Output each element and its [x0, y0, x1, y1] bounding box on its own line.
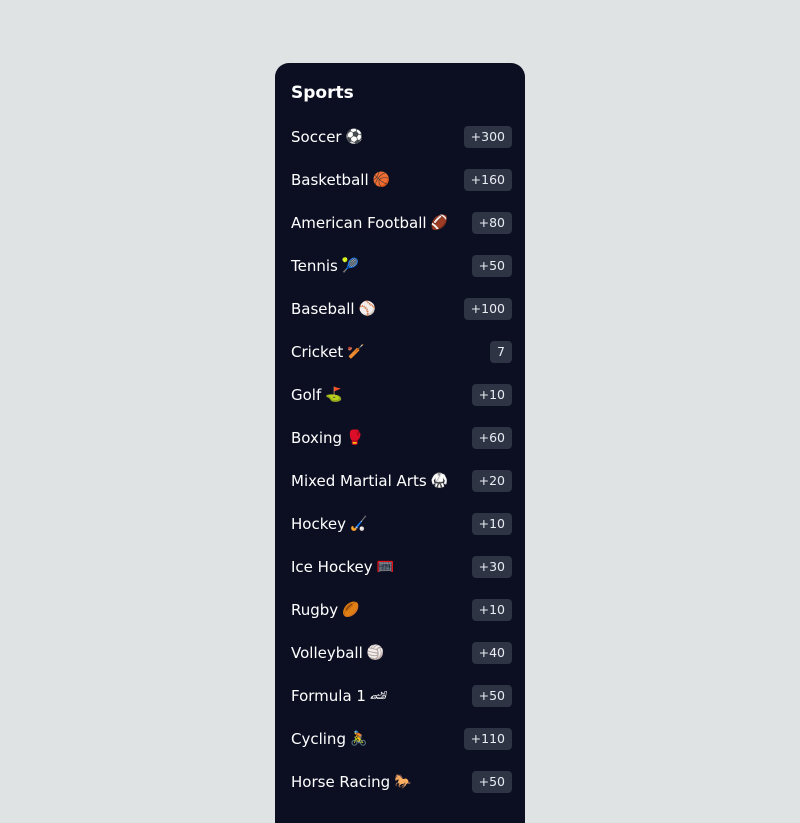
- boxing-glove-icon: 🥊: [346, 429, 364, 446]
- sidebar-item-label: Formula 1: [291, 686, 366, 705]
- count-badge: +100: [463, 297, 512, 320]
- tennis-ball-icon: 🎾: [341, 257, 360, 274]
- sidebar-item-text: Cycling 🚴: [291, 730, 367, 748]
- sidebar-item-text: Horse Racing 🐎: [291, 773, 412, 791]
- sidebar-item-cricket[interactable]: Cricket 🏏 7: [275, 330, 525, 373]
- count-badge: +50: [471, 770, 512, 793]
- sidebar-item-tennis[interactable]: Tennis 🎾 +50: [275, 244, 525, 287]
- sidebar-item-cycling[interactable]: Cycling 🚴 +110: [275, 717, 525, 760]
- sidebar-item-label: Horse Racing: [291, 772, 391, 791]
- count-badge: +160: [463, 168, 512, 191]
- sidebar-item-baseball[interactable]: Baseball ⚾ +100: [275, 287, 525, 330]
- sidebar-item-label: Ice Hockey: [291, 557, 373, 576]
- baseball-icon: ⚾: [358, 300, 377, 317]
- count-badge: +40: [471, 641, 512, 664]
- golf-flag-icon: ⛳: [325, 386, 343, 403]
- basketball-icon: 🏀: [372, 171, 391, 188]
- sidebar-item-text: Mixed Martial Arts 🥋: [291, 472, 448, 490]
- sidebar-item-golf[interactable]: Golf ⛳ +10: [275, 373, 525, 416]
- count-badge: +60: [471, 426, 512, 449]
- race-car-icon: 🏎: [369, 687, 388, 704]
- sidebar-item-formula-1[interactable]: Formula 1 🏎 +50: [275, 674, 525, 717]
- sidebar-item-label: Basketball: [291, 170, 369, 189]
- sidebar-item-text: Formula 1 🏎: [291, 687, 388, 705]
- cyclist-icon: 🚴: [349, 730, 368, 747]
- count-badge: +110: [463, 727, 512, 750]
- sidebar-item-label: Cycling: [291, 729, 346, 748]
- sidebar-item-rugby[interactable]: Rugby 🏉 +10: [275, 588, 525, 631]
- volleyball-icon: 🏐: [366, 644, 385, 661]
- sidebar-item-label: Soccer: [291, 127, 342, 146]
- sports-list: Soccer ⚽ +300 Basketball 🏀 +160 American Footb…: [275, 115, 525, 803]
- sidebar-item-text: Baseball ⚾: [291, 300, 376, 318]
- sidebar-item-label: Tennis: [291, 256, 338, 275]
- sidebar-item-text: American Football 🏈: [291, 214, 448, 232]
- sidebar-item-text: Tennis 🎾: [291, 257, 359, 275]
- sidebar-item-text: Volleyball 🏐: [291, 644, 384, 662]
- sidebar-item-soccer[interactable]: Soccer ⚽ +300: [275, 115, 525, 158]
- sidebar-item-text: Ice Hockey 🥅: [291, 558, 394, 576]
- count-badge: +20: [471, 469, 512, 492]
- sidebar-item-label: American Football: [291, 213, 427, 232]
- sidebar-item-label: Golf: [291, 385, 322, 404]
- count-badge: +50: [471, 684, 512, 707]
- count-badge: +10: [471, 512, 512, 535]
- sidebar-item-label: Hockey: [291, 514, 346, 533]
- rugby-ball-icon: 🏉: [342, 601, 360, 618]
- sidebar-item-label: Rugby: [291, 600, 339, 619]
- sidebar-item-text: Hockey 🏑: [291, 515, 367, 533]
- sidebar-item-text: Rugby 🏉: [291, 601, 360, 619]
- count-badge: +30: [471, 555, 512, 578]
- sidebar-item-label: Volleyball: [291, 643, 363, 662]
- count-badge: +80: [471, 211, 512, 234]
- sidebar-item-label: Cricket: [291, 342, 344, 361]
- count-badge: +300: [463, 125, 512, 148]
- count-badge: +10: [471, 383, 512, 406]
- hockey-stick-icon: 🏑: [349, 515, 368, 532]
- sidebar-item-text: Cricket 🏏: [291, 343, 365, 361]
- sidebar-item-text: Basketball 🏀: [291, 171, 390, 189]
- sidebar-item-boxing[interactable]: Boxing 🥊 +60: [275, 416, 525, 459]
- martial-arts-icon: 🥋: [430, 472, 449, 489]
- count-badge: +10: [471, 598, 512, 621]
- sidebar-item-volleyball[interactable]: Volleyball 🏐 +40: [275, 631, 525, 674]
- sidebar-item-hockey[interactable]: Hockey 🏑 +10: [275, 502, 525, 545]
- sidebar-item-basketball[interactable]: Basketball 🏀 +160: [275, 158, 525, 201]
- soccer-ball-icon: ⚽: [345, 128, 364, 145]
- cricket-bat-icon: 🏏: [347, 343, 365, 360]
- sports-sidebar: Sports Soccer ⚽ +300 Basketball 🏀 +160 America…: [275, 63, 525, 823]
- sidebar-item-label: Baseball: [291, 299, 355, 318]
- goal-net-icon: 🥅: [376, 558, 395, 575]
- sidebar-item-horse-racing[interactable]: Horse Racing 🐎 +50: [275, 760, 525, 803]
- sidebar-item-text: Golf ⛳: [291, 386, 343, 404]
- sidebar-item-text: Soccer ⚽: [291, 128, 363, 146]
- american-football-icon: 🏈: [430, 214, 448, 231]
- sidebar-title: Sports: [291, 83, 354, 103]
- sidebar-item-american-football[interactable]: American Football 🏈 +80: [275, 201, 525, 244]
- sidebar-item-label: Boxing: [291, 428, 343, 447]
- sidebar-item-text: Boxing 🥊: [291, 429, 364, 447]
- sidebar-item-label: Mixed Martial Arts: [291, 471, 427, 490]
- sidebar-item-mixed-martial-arts[interactable]: Mixed Martial Arts 🥋 +20: [275, 459, 525, 502]
- count-badge: 7: [490, 340, 512, 363]
- horse-icon: 🐎: [394, 773, 412, 790]
- sidebar-item-ice-hockey[interactable]: Ice Hockey 🥅 +30: [275, 545, 525, 588]
- count-badge: +50: [471, 254, 512, 277]
